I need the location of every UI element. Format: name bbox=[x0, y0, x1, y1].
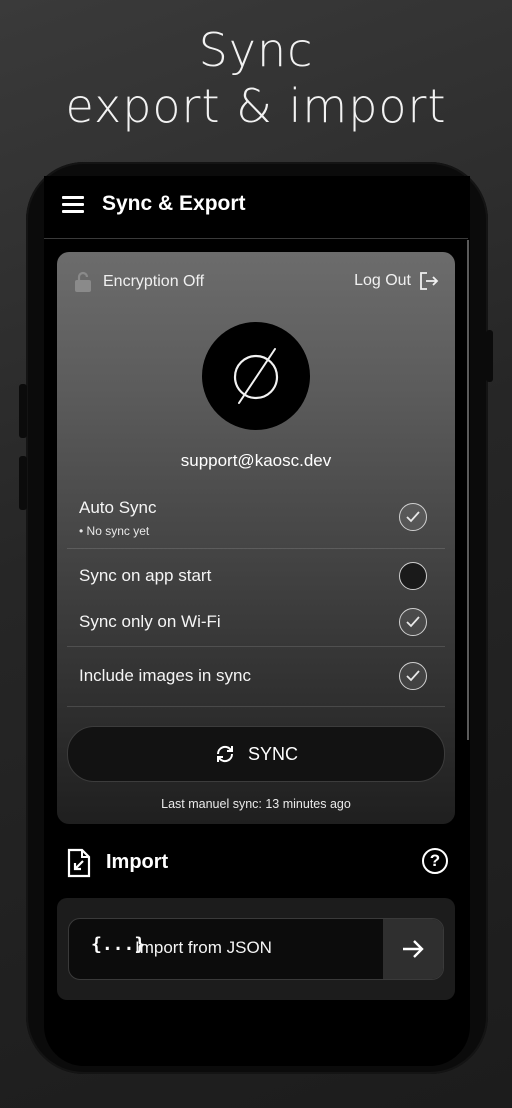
import-header: Import ? bbox=[66, 846, 448, 886]
encryption-status[interactable]: Encryption Off bbox=[73, 271, 204, 293]
checkmark-icon bbox=[406, 616, 420, 628]
include-images-label: Include images in sync bbox=[79, 666, 251, 685]
sync-on-start-row[interactable]: Sync on app start bbox=[67, 558, 445, 594]
import-json-button[interactable]: {...} Import from JSON bbox=[68, 918, 444, 980]
scrollbar[interactable] bbox=[467, 240, 469, 740]
appbar-divider bbox=[44, 238, 468, 239]
include-images-checkbox[interactable] bbox=[399, 662, 427, 690]
sync-on-start-checkbox[interactable] bbox=[399, 562, 427, 590]
sync-card: Encryption Off Log Out support@kaosc.dev… bbox=[57, 252, 455, 824]
headline-line-1: Sync bbox=[198, 23, 314, 77]
row-divider bbox=[67, 706, 445, 707]
import-json-arrow[interactable] bbox=[383, 919, 443, 979]
sync-on-start-label: Sync on app start bbox=[79, 566, 212, 585]
file-import-icon bbox=[67, 848, 91, 878]
import-card: {...} Import from JSON bbox=[57, 898, 455, 1000]
account-email: support@kaosc.dev bbox=[180, 451, 332, 470]
hamburger-icon[interactable] bbox=[62, 196, 84, 214]
sync-button[interactable]: SYNC bbox=[67, 726, 445, 782]
include-images-row[interactable]: Include images in sync bbox=[67, 656, 445, 696]
page-title: Sync & Export bbox=[102, 192, 246, 215]
sync-icon bbox=[216, 745, 233, 763]
import-title: Import bbox=[106, 851, 169, 873]
app-screen: Sync & Export Encryption Off Log Out sup… bbox=[44, 176, 470, 1066]
app-bar: Sync & Export bbox=[44, 176, 470, 238]
help-circle-icon[interactable]: ? bbox=[422, 848, 448, 874]
headline-line-2: export & import bbox=[65, 79, 447, 133]
encryption-label: Encryption Off bbox=[103, 273, 205, 290]
marketing-headline: Sync export & import bbox=[0, 22, 512, 134]
wifi-only-row[interactable]: Sync only on Wi-Fi bbox=[67, 604, 445, 640]
auto-sync-checkbox[interactable] bbox=[399, 503, 427, 531]
auto-sync-status: • No sync yet bbox=[79, 524, 150, 538]
volume-up-button bbox=[19, 384, 27, 438]
avatar bbox=[202, 322, 310, 430]
sync-button-label: SYNC bbox=[247, 743, 298, 764]
checkmark-icon bbox=[406, 511, 420, 523]
power-button bbox=[486, 330, 493, 382]
row-divider bbox=[67, 646, 445, 647]
lock-open-icon bbox=[75, 271, 91, 292]
row-divider bbox=[67, 548, 445, 549]
volume-down-button bbox=[19, 456, 27, 510]
arrow-right-icon bbox=[403, 940, 424, 958]
last-sync-text: Last manuel sync: 13 minutes ago bbox=[161, 797, 351, 811]
logout-button[interactable]: Log Out bbox=[354, 271, 439, 291]
import-json-label: Import from JSON bbox=[135, 938, 272, 957]
wifi-only-label: Sync only on Wi-Fi bbox=[79, 612, 221, 631]
logout-label: Log Out bbox=[354, 272, 411, 289]
wifi-only-checkbox[interactable] bbox=[399, 608, 427, 636]
logout-icon bbox=[420, 272, 439, 290]
auto-sync-row[interactable]: Auto Sync • No sync yet bbox=[67, 492, 445, 548]
empty-set-logo bbox=[233, 348, 279, 404]
auto-sync-label: Auto Sync bbox=[79, 498, 157, 517]
checkmark-icon bbox=[406, 670, 420, 682]
